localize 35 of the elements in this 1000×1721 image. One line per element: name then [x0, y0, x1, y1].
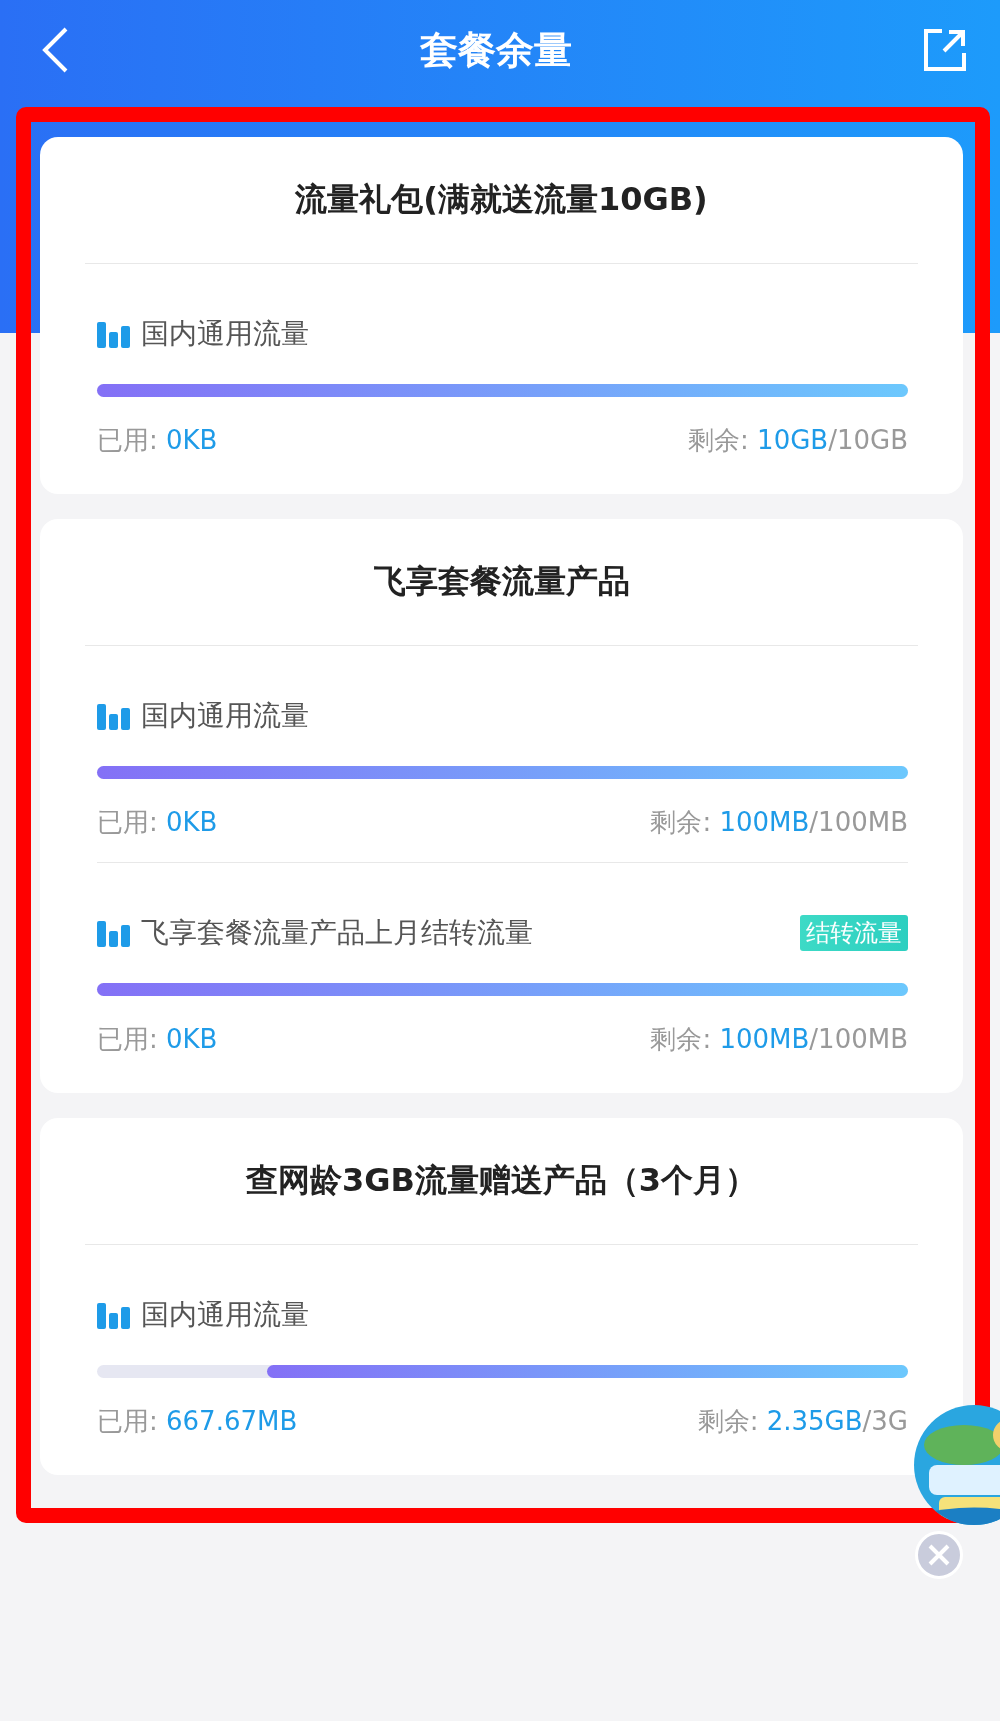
remain-label: 剩余:	[650, 807, 713, 837]
traffic-name: 国内通用流量	[141, 316, 310, 352]
total-value: /100MB	[809, 807, 908, 837]
carryover-tag: 结转流量	[800, 915, 908, 951]
used-label: 已用:	[97, 1024, 159, 1054]
remain-value: 100MB	[719, 807, 810, 837]
total-value: /10GB	[828, 425, 908, 455]
remain-label: 剩余:	[697, 1406, 760, 1436]
page-title: 套餐余量	[420, 26, 572, 74]
used-value: 0KB	[166, 807, 218, 837]
used-label: 已用:	[97, 425, 159, 455]
bar-chart-icon	[97, 919, 131, 947]
bar-chart-icon	[97, 702, 131, 730]
used-label: 已用:	[97, 1406, 159, 1436]
total-value: /3G	[862, 1406, 908, 1436]
used-value: 0KB	[166, 425, 218, 455]
share-icon[interactable]	[922, 27, 968, 73]
package-title: 查网龄3GB流量赠送产品（3个月）	[85, 1118, 918, 1245]
remain-label: 剩余:	[650, 1024, 713, 1054]
remain-value: 10GB	[757, 425, 829, 455]
package-title: 流量礼包(满就送流量10GB)	[85, 137, 918, 264]
used-label: 已用:	[97, 807, 159, 837]
traffic-name: 国内通用流量	[141, 698, 310, 734]
used-value: 667.67MB	[166, 1406, 298, 1436]
bar-chart-icon	[97, 1301, 131, 1329]
package-title: 飞享套餐流量产品	[85, 519, 918, 646]
remain-value: 2.35GB	[766, 1406, 863, 1436]
traffic-name: 飞享套餐流量产品上月结转流量	[141, 915, 534, 951]
traffic-name: 国内通用流量	[141, 1297, 310, 1333]
back-icon[interactable]	[40, 25, 70, 75]
total-value: /100MB	[809, 1024, 908, 1054]
remain-label: 剩余:	[688, 425, 750, 455]
used-value: 0KB	[166, 1024, 218, 1054]
remain-value: 100MB	[719, 1024, 810, 1054]
bar-chart-icon	[97, 320, 131, 348]
